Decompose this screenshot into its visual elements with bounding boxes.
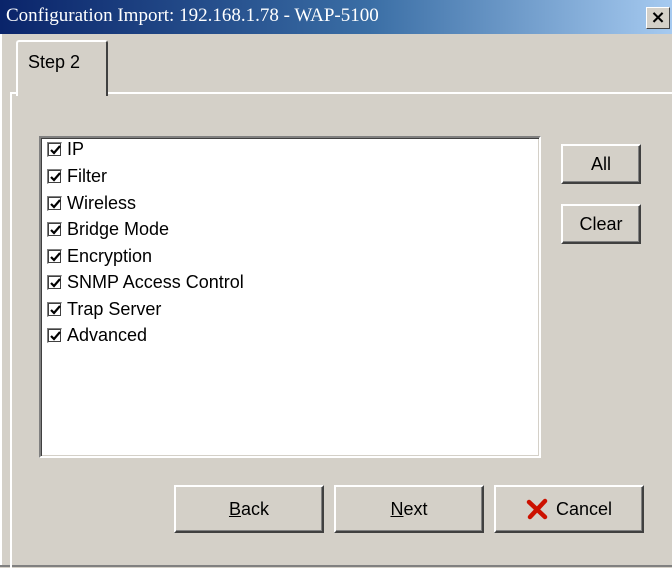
tab-panel — [10, 92, 672, 568]
window-title: Configuration Import: 192.168.1.78 - WAP… — [6, 5, 379, 26]
title-bar[interactable]: Configuration Import: 192.168.1.78 - WAP… — [0, 0, 672, 34]
window-frame-left — [0, 34, 2, 567]
tab-step-2[interactable]: Step 2 — [16, 40, 108, 96]
close-icon: × — [650, 7, 666, 28]
close-button[interactable]: × — [646, 7, 670, 29]
tab-label: Step 2 — [28, 52, 81, 72]
